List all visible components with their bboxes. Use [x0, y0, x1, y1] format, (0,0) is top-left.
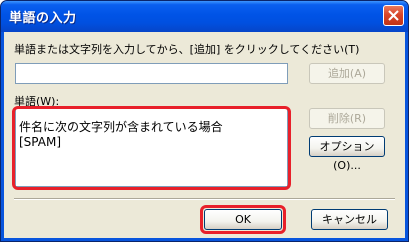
dialog-window: 単語の入力 単語または文字列を入力してから、[追加] をクリックしてください(T… — [0, 0, 409, 242]
add-button[interactable]: 追加(A) — [309, 63, 385, 84]
instruction-label: 単語または文字列を入力してから、[追加] をクリックしてください(T) — [14, 43, 360, 56]
window-title: 単語の入力 — [9, 11, 77, 26]
close-button[interactable] — [383, 5, 404, 26]
title-bar[interactable]: 単語の入力 — [1, 1, 408, 32]
separator — [14, 198, 395, 200]
delete-button[interactable]: 削除(R) — [309, 108, 385, 129]
options-button[interactable]: オプション(O)... — [309, 136, 385, 172]
dialog-body: 単語または文字列を入力してから、[追加] をクリックしてください(T) 追加(A… — [4, 32, 405, 238]
list-highlight-box — [12, 106, 291, 190]
ok-highlight-box — [200, 205, 286, 234]
close-icon — [388, 10, 399, 21]
word-input[interactable] — [15, 63, 288, 84]
cancel-button[interactable]: キャンセル — [311, 209, 388, 230]
